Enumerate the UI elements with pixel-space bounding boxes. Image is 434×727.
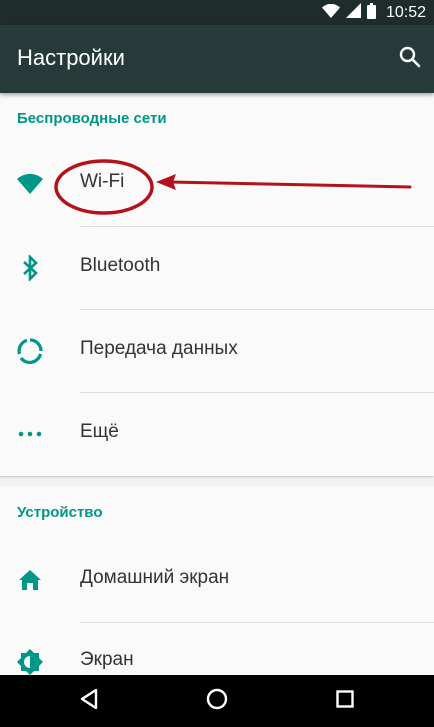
search-button[interactable]: [396, 45, 424, 73]
wireless-section: Беспроводные сети Wi-Fi Bluetooth Переда…: [0, 93, 434, 476]
brightness-icon: [16, 648, 44, 676]
section-header-wireless: Беспроводные сети: [17, 110, 167, 127]
section-header-device: Устройство: [17, 504, 103, 521]
settings-item-label: Bluetooth: [80, 255, 161, 276]
cell-signal-icon: [345, 3, 361, 22]
settings-item-home-screen[interactable]: Домашний экран: [0, 539, 434, 621]
settings-item-label: Wi-Fi: [80, 171, 125, 192]
more-icon: [16, 420, 44, 448]
recents-button[interactable]: [331, 687, 359, 715]
page-title: Настройки: [17, 45, 125, 70]
settings-item-bluetooth[interactable]: Bluetooth: [0, 227, 434, 309]
recents-icon: [336, 690, 354, 712]
battery-icon: [366, 2, 376, 23]
home-icon: [16, 566, 44, 594]
wifi-icon: [16, 170, 44, 198]
settings-item-label: Передача данных: [80, 338, 238, 359]
status-icons: 10:52: [321, 0, 426, 25]
wifi-signal-icon: [321, 3, 340, 22]
settings-item-more[interactable]: Ещё: [0, 393, 434, 475]
device-section: Устройство Домашний экран Экран: [0, 486, 434, 686]
navigation-bar: [0, 675, 434, 727]
data-usage-icon: [16, 337, 44, 365]
back-icon: [80, 688, 98, 713]
home-button[interactable]: [203, 687, 231, 715]
back-button[interactable]: [75, 687, 103, 715]
search-icon: [399, 46, 421, 72]
status-bar: 10:52: [0, 0, 434, 25]
settings-item-data-usage[interactable]: Передача данных: [0, 310, 434, 392]
bluetooth-icon: [16, 254, 44, 282]
settings-item-wifi[interactable]: Wi-Fi: [0, 143, 434, 225]
status-time: 10:52: [385, 3, 426, 21]
app-bar: Настройки: [0, 25, 434, 93]
settings-item-label: Экран: [80, 649, 134, 670]
settings-item-label: Домашний экран: [80, 567, 230, 588]
settings-item-label: Ещё: [80, 421, 119, 442]
home-circle-icon: [206, 688, 228, 714]
